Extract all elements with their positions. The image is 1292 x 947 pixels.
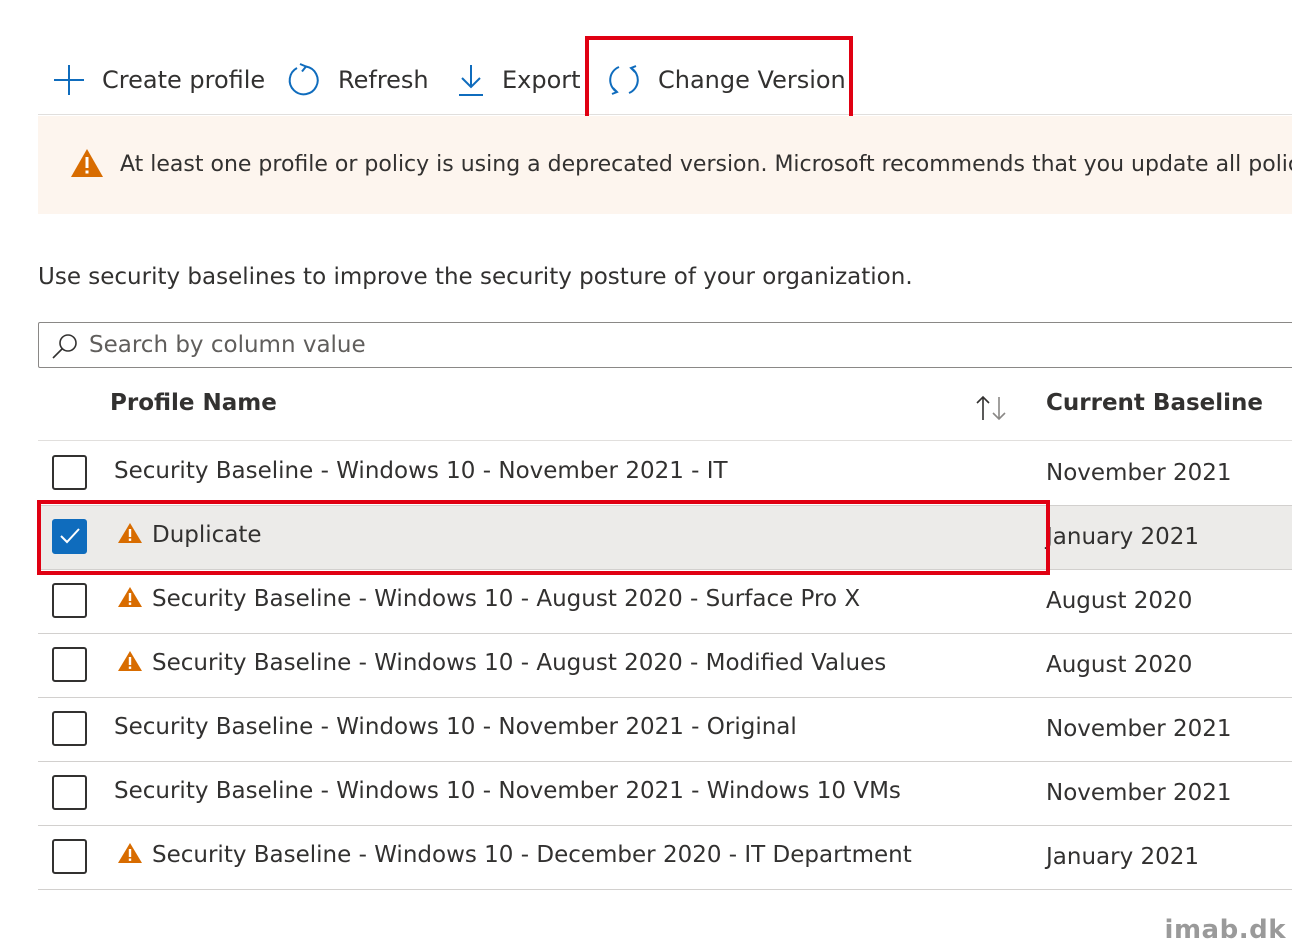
export-button[interactable]: Export (456, 58, 581, 102)
profile-name[interactable]: Security Baseline - Windows 10 - Novembe… (114, 714, 797, 740)
table-row[interactable]: Security Baseline - Windows 10 - Decembe… (38, 826, 1292, 890)
command-bar: Create profile Refresh Export Change Ver… (38, 44, 1292, 115)
row-checkbox[interactable] (52, 519, 87, 554)
current-baseline: January 2021 (1046, 524, 1200, 550)
row-checkbox[interactable] (52, 839, 87, 874)
header-divider (38, 440, 1292, 441)
row-checkbox[interactable] (52, 583, 87, 618)
toolbar-divider (38, 114, 1292, 115)
change-version-icon (609, 65, 639, 95)
current-baseline: August 2020 (1046, 588, 1193, 614)
search-box[interactable] (38, 322, 1292, 368)
profile-name[interactable]: Security Baseline - Windows 10 - Decembe… (152, 842, 912, 868)
profile-name[interactable]: Security Baseline - Windows 10 - August … (152, 650, 886, 676)
warning-icon (118, 651, 142, 671)
search-icon (52, 334, 77, 359)
warning-icon (118, 523, 142, 543)
profile-name[interactable]: Security Baseline - Windows 10 - Novembe… (114, 778, 901, 804)
row-checkbox[interactable] (52, 711, 87, 746)
refresh-label: Refresh (338, 66, 429, 94)
current-baseline: November 2021 (1046, 716, 1232, 742)
page-description: Use security baselines to improve the se… (38, 264, 913, 290)
refresh-icon (288, 63, 319, 96)
current-baseline: November 2021 (1046, 460, 1232, 486)
table-row[interactable]: Security Baseline - Windows 10 - Novembe… (38, 698, 1292, 762)
search-input[interactable] (89, 329, 1189, 361)
deprecation-warning-banner: At least one profile or policy is using … (38, 116, 1292, 214)
warning-icon (118, 843, 142, 863)
create-profile-label: Create profile (102, 66, 266, 94)
warning-icon (118, 587, 142, 607)
table-row[interactable]: Security Baseline - Windows 10 - August … (38, 634, 1292, 698)
download-icon (459, 65, 483, 96)
export-label: Export (502, 66, 581, 94)
create-profile-button[interactable]: Create profile (52, 58, 265, 102)
column-header-current-baseline[interactable]: Current Baseline (1046, 390, 1263, 416)
warning-icon (71, 149, 103, 177)
table-row[interactable]: Security Baseline - Windows 10 - Novembe… (38, 762, 1292, 826)
table-row[interactable]: Security Baseline - Windows 10 - August … (38, 570, 1292, 634)
column-header-profile-name[interactable]: Profile Name (110, 390, 277, 416)
checkmark-icon (60, 528, 80, 544)
watermark: imab.dk (1164, 915, 1286, 945)
change-version-button[interactable]: Change Version (606, 58, 846, 102)
current-baseline: November 2021 (1046, 780, 1232, 806)
current-baseline: August 2020 (1046, 652, 1193, 678)
plus-icon (54, 65, 84, 95)
profile-name[interactable]: Security Baseline - Windows 10 - Novembe… (114, 458, 728, 484)
profile-name[interactable]: Duplicate (152, 522, 262, 548)
sort-icon[interactable] (974, 394, 1010, 422)
row-checkbox[interactable] (52, 647, 87, 682)
banner-message: At least one profile or policy is using … (120, 152, 1292, 177)
table-row[interactable]: Duplicate January 2021 (38, 506, 1292, 570)
current-baseline: January 2021 (1046, 844, 1200, 870)
table-row[interactable]: Security Baseline - Windows 10 - Novembe… (38, 442, 1292, 506)
change-version-label: Change Version (658, 66, 846, 94)
refresh-button[interactable]: Refresh (286, 58, 429, 102)
profile-name[interactable]: Security Baseline - Windows 10 - August … (152, 586, 860, 612)
row-checkbox[interactable] (52, 775, 87, 810)
row-checkbox[interactable] (52, 455, 87, 490)
